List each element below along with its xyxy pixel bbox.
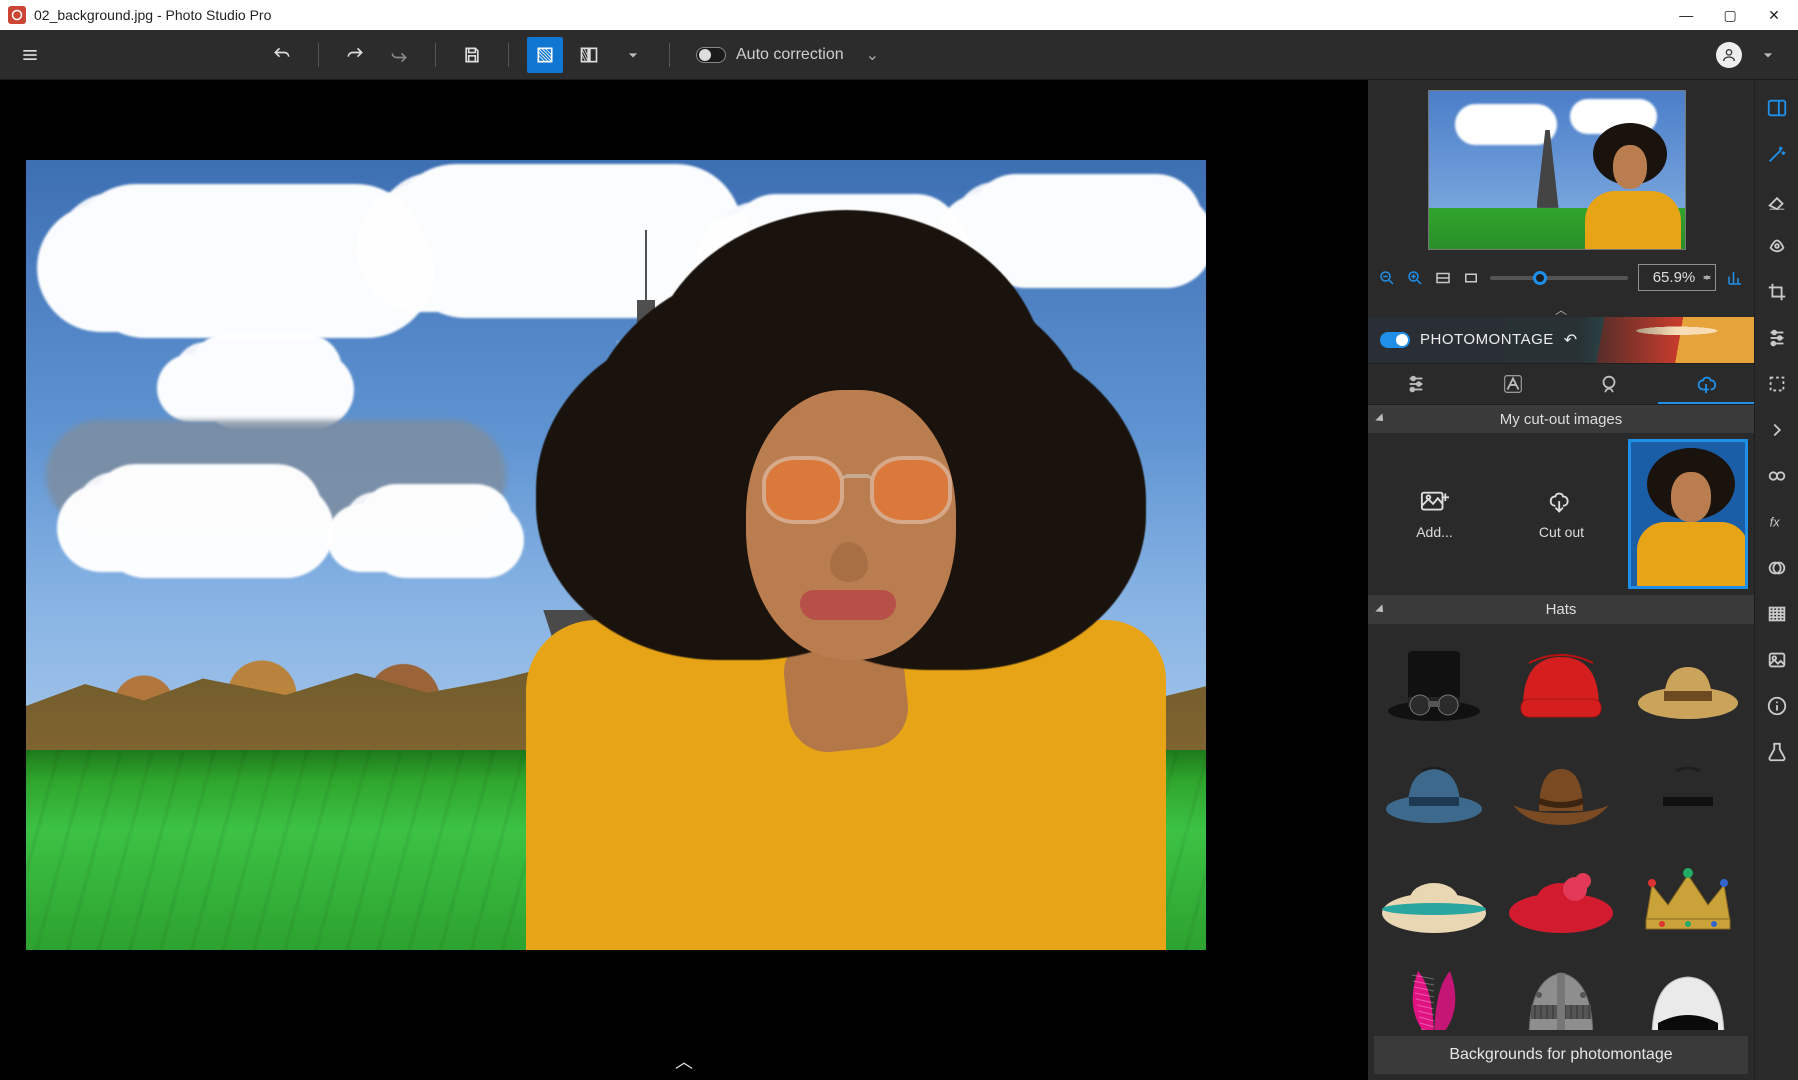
actual-size-icon[interactable] <box>1462 269 1480 287</box>
redo-icon[interactable] <box>337 37 373 73</box>
hat-moto-helmet[interactable] <box>1627 950 1748 1030</box>
hat-feather[interactable] <box>1374 950 1495 1030</box>
auto-correction-label: Auto correction <box>736 46 844 64</box>
svg-text:fx: fx <box>1769 515 1780 530</box>
chevron-down-icon[interactable]: ⌄ <box>866 45 879 65</box>
section-hats-title: Hats <box>1546 601 1577 618</box>
side-tab-venn-icon[interactable] <box>1765 556 1789 580</box>
tab-text-icon[interactable] <box>1465 364 1562 404</box>
cutout-label: Cut out <box>1539 524 1584 540</box>
window-maximize[interactable]: ▢ <box>1710 0 1750 30</box>
navigator-thumbnail[interactable] <box>1428 90 1686 250</box>
side-tab-expand-icon[interactable] <box>1765 418 1789 442</box>
tab-stickers-icon[interactable] <box>1658 364 1755 404</box>
side-tab-wand-icon[interactable] <box>1765 142 1789 166</box>
auto-correction-toggle[interactable]: Auto correction ⌄ <box>688 45 887 65</box>
side-tab-crop-icon[interactable] <box>1765 280 1789 304</box>
view-dropdown-icon[interactable] <box>615 37 651 73</box>
histogram-icon[interactable] <box>1726 269 1744 287</box>
app-icon <box>8 6 26 24</box>
hat-fedora-dark[interactable] <box>1627 738 1748 838</box>
side-tab-image-icon[interactable] <box>1765 648 1789 672</box>
hat-top-hat[interactable] <box>1374 632 1495 732</box>
side-tab-info-icon[interactable] <box>1765 694 1789 718</box>
zoom-out-icon[interactable] <box>1378 269 1396 287</box>
side-tab-marquee-icon[interactable] <box>1765 372 1789 396</box>
side-tab-eraser-icon[interactable] <box>1765 188 1789 212</box>
hat-knight-helm[interactable] <box>1501 950 1622 1030</box>
photomontage-reset-icon[interactable]: ↶ <box>1564 330 1577 350</box>
side-tab-grid-icon[interactable] <box>1765 602 1789 626</box>
hat-straw-hat[interactable] <box>1627 632 1748 732</box>
zoom-in-icon[interactable] <box>1406 269 1424 287</box>
window-close[interactable]: ✕ <box>1754 0 1794 30</box>
triangle-collapse-icon <box>1375 604 1386 615</box>
image-canvas[interactable] <box>26 160 1206 950</box>
toggle-off-icon[interactable] <box>696 47 726 63</box>
side-tab-paint-icon[interactable] <box>1765 234 1789 258</box>
photomontage-toggle[interactable] <box>1380 332 1410 348</box>
backgrounds-label: Backgrounds for photomontage <box>1449 1046 1672 1063</box>
hat-crown[interactable] <box>1627 844 1748 944</box>
section-hats-header[interactable]: Hats <box>1368 595 1754 624</box>
section-cutouts-title: My cut-out images <box>1500 411 1623 428</box>
tab-adjust-icon[interactable] <box>1368 364 1465 404</box>
side-tabs: fx <box>1754 80 1798 1080</box>
side-tab-fx-icon[interactable]: fx <box>1765 510 1789 534</box>
menu-icon[interactable] <box>12 37 48 73</box>
cutout-button[interactable]: Cut out <box>1501 439 1622 589</box>
photomontage-tabs <box>1368 363 1754 405</box>
redo-forward-icon[interactable] <box>381 37 417 73</box>
canvas-area[interactable]: ︿ <box>0 80 1368 1080</box>
titlebar: 02_background.jpg - Photo Studio Pro — ▢… <box>0 0 1798 30</box>
hat-sunhat-stripe[interactable] <box>1374 844 1495 944</box>
account-dropdown-icon[interactable] <box>1750 37 1786 73</box>
panel-expand-up-icon[interactable]: ︿ <box>675 1048 693 1074</box>
save-icon[interactable] <box>454 37 490 73</box>
cutout-thumbnail-selected[interactable] <box>1628 439 1748 589</box>
hat-beanie[interactable] <box>1501 632 1622 732</box>
hat-cowboy[interactable] <box>1501 738 1622 838</box>
tab-face-icon[interactable] <box>1561 364 1658 404</box>
triangle-collapse-icon <box>1375 413 1386 424</box>
view-single-icon[interactable] <box>527 37 563 73</box>
hat-sunhat-red[interactable] <box>1501 844 1622 944</box>
side-tab-goggles-icon[interactable] <box>1765 464 1789 488</box>
backgrounds-button[interactable]: Backgrounds for photomontage <box>1374 1036 1748 1074</box>
zoom-slider[interactable] <box>1490 276 1628 280</box>
zoom-controls: 65.9% <box>1368 260 1754 301</box>
person-cutout-graphic <box>486 190 1126 950</box>
add-cutout-label: Add... <box>1416 524 1453 540</box>
window-minimize[interactable]: — <box>1666 0 1706 30</box>
side-tab-panel-icon[interactable] <box>1765 96 1789 120</box>
account-icon[interactable] <box>1716 42 1742 68</box>
add-cutout-button[interactable]: Add... <box>1374 439 1495 589</box>
view-split-icon[interactable] <box>571 37 607 73</box>
top-toolbar: Auto correction ⌄ <box>0 30 1798 80</box>
section-cutouts-header[interactable]: My cut-out images <box>1368 405 1754 434</box>
hats-grid <box>1368 624 1754 1030</box>
photomontage-banner: PHOTOMONTAGE ↶ <box>1368 317 1754 363</box>
side-tab-sliders-icon[interactable] <box>1765 326 1789 350</box>
window-title: 02_background.jpg - Photo Studio Pro <box>34 7 271 23</box>
side-tab-beaker-icon[interactable] <box>1765 740 1789 764</box>
hat-fedora-blue[interactable] <box>1374 738 1495 838</box>
collapse-chevron-icon[interactable]: ︿ <box>1368 301 1754 317</box>
fit-screen-icon[interactable] <box>1434 269 1452 287</box>
right-panel: 65.9% ︿ PHOTOMONTAGE ↶ My cut-out images <box>1368 80 1754 1080</box>
undo-icon[interactable] <box>264 37 300 73</box>
zoom-value[interactable]: 65.9% <box>1638 264 1716 291</box>
photomontage-label: PHOTOMONTAGE <box>1420 331 1554 348</box>
